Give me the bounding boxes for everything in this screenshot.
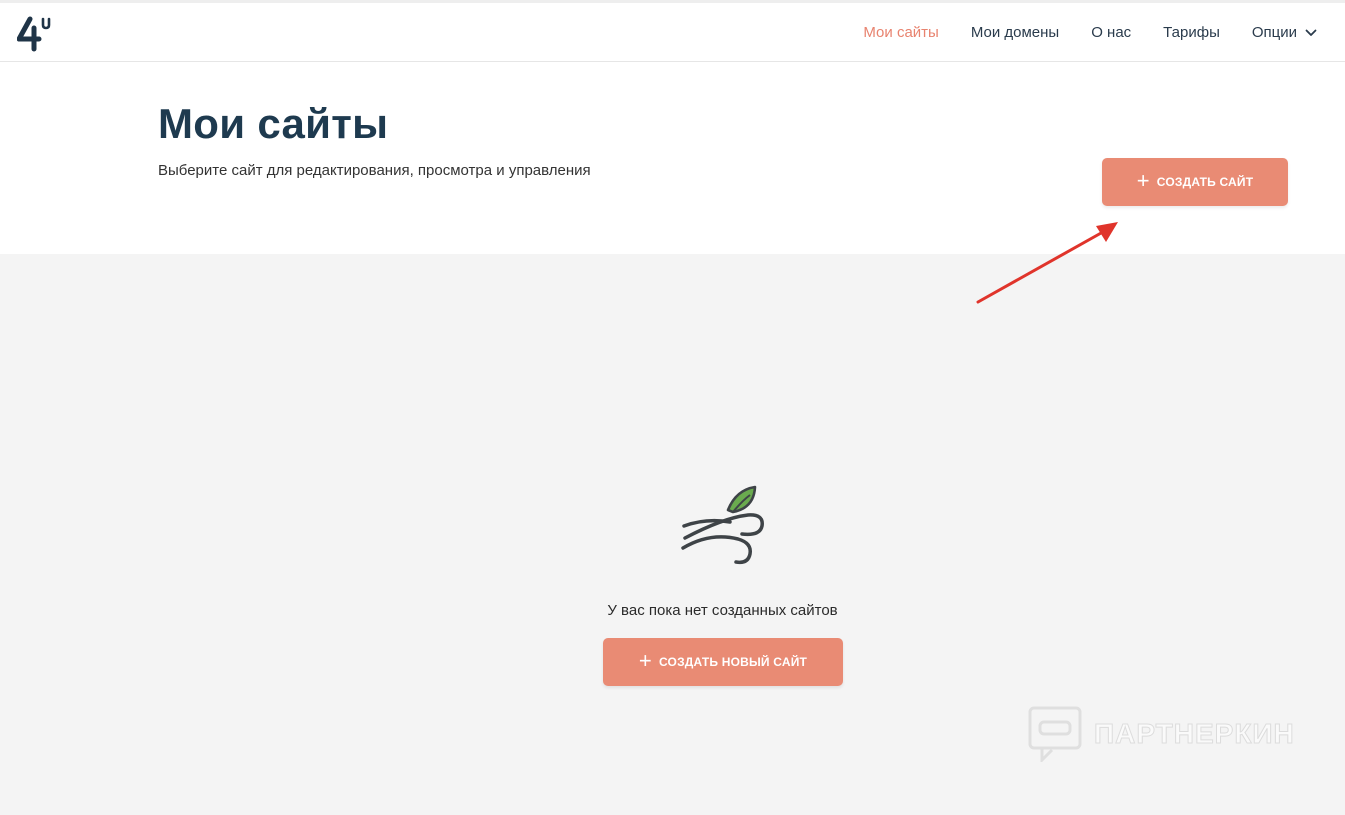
nav-item-my-domains[interactable]: Мои домены — [971, 24, 1059, 41]
nav-item-about[interactable]: О нас — [1091, 24, 1131, 41]
watermark-logo — [1028, 706, 1082, 762]
page-title: Мои сайты — [158, 100, 389, 147]
nav-item-label: Тарифы — [1163, 24, 1220, 41]
watermark: ПАРТНЕРКИН — [1028, 706, 1295, 762]
watermark-text: ПАРТНЕРКИН — [1094, 718, 1295, 750]
nav-item-label: Мои сайты — [863, 24, 939, 41]
chevron-down-icon — [1305, 29, 1317, 36]
nav-item-options[interactable]: Опции — [1252, 24, 1317, 41]
wind-leaf-icon — [678, 482, 770, 570]
plus-icon: + — [638, 648, 652, 673]
nav-item-my-sites[interactable]: Мои сайты — [863, 24, 938, 41]
main-nav: Мои сайты Мои домены О нас Тарифы Опции — [831, 3, 1317, 62]
plus-icon: + — [1136, 168, 1150, 193]
nav-item-label: Опции — [1251, 24, 1297, 41]
empty-state-message: У вас пока нет созданных сайтов — [607, 602, 838, 619]
nav-item-label: Мои домены — [970, 24, 1060, 41]
nav-item-tariffs[interactable]: Тарифы — [1163, 24, 1220, 41]
site-header: Мои сайты Мои домены О нас Тарифы Опции — [0, 3, 1345, 62]
page-subtitle: Выберите сайт для редактирования, просмо… — [158, 162, 591, 179]
create-site-label: СОЗДАТЬ САЙТ — [1156, 175, 1254, 189]
create-site-button[interactable]: + СОЗДАТЬ САЙТ — [1102, 158, 1288, 206]
annotation-arrow — [976, 222, 1118, 304]
create-new-site-label: СОЗДАТЬ НОВЫЙ САЙТ — [658, 655, 808, 669]
create-new-site-button[interactable]: + СОЗДАТЬ НОВЫЙ САЙТ — [603, 638, 843, 686]
nav-item-label: О нас — [1091, 24, 1132, 41]
hero-section: Мои сайты Выберите сайт для редактирован… — [0, 62, 1345, 254]
sites-list-area: У вас пока нет созданных сайтов + СОЗДАТ… — [0, 254, 1345, 815]
logo-4u[interactable] — [17, 13, 55, 53]
